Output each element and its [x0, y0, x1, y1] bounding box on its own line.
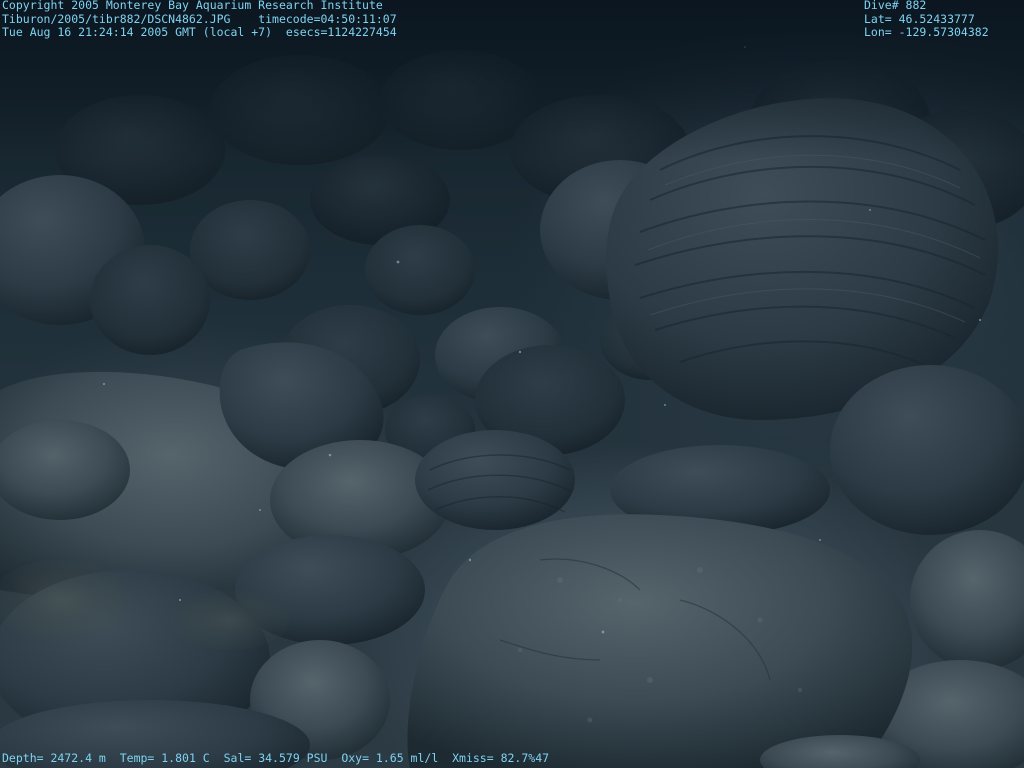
file-path-text: Tiburon/2005/tibr882/DSCN4862.JPG	[2, 11, 231, 26]
longitude-text: Lon= -129.57304382	[864, 25, 989, 39]
overlay-top-left: Copyright 2005 Monterey Bay Aquarium Res…	[2, 0, 397, 40]
pillow-lava-rocks	[0, 0, 1024, 768]
rock-right-lower	[910, 530, 1024, 670]
esecs-text: esecs=1124227454	[285, 25, 397, 39]
oxygen-text: Oxy= 1.65 ml/l	[341, 751, 439, 765]
file-path-line: Tiburon/2005/tibr882/DSCN4862.JPG timeco…	[2, 11, 397, 27]
datetime-text: Tue Aug 16 21:24:14 2005 GMT (local +7)	[2, 25, 273, 39]
overlay-top-right: Dive# 882 Lat= 46.52433777 Lon= -129.57304…	[864, 0, 989, 40]
overlay-bottom: Depth= 2472.4 m Temp= 1.801 C Sal= 34.57…	[2, 751, 550, 766]
salinity-text: Sal= 34.579 PSU	[223, 751, 328, 765]
rock-right-mid	[830, 365, 1024, 535]
dive-number-text: Dive# 882	[864, 0, 927, 12]
rock-center	[415, 430, 575, 530]
latitude-text: Lat= 46.52433777	[864, 11, 975, 26]
foreground-boulder	[407, 514, 913, 768]
timecode-text: timecode=04:50:11:07	[258, 11, 397, 26]
temperature-text: Temp= 1.801 C	[119, 751, 210, 765]
datetime-line: Tue Aug 16 21:24:14 2005 GMT (local +7) …	[2, 25, 397, 40]
sensor-readout-line: Depth= 2472.4 m Temp= 1.801 C Sal= 34.57…	[2, 751, 550, 766]
transmission-text: Xmiss= 82.7%47	[452, 751, 550, 765]
depth-text: Depth= 2472.4 m	[2, 751, 106, 765]
seafloor-photo: Copyright 2005 Monterey Bay Aquarium Res…	[0, 0, 1024, 768]
